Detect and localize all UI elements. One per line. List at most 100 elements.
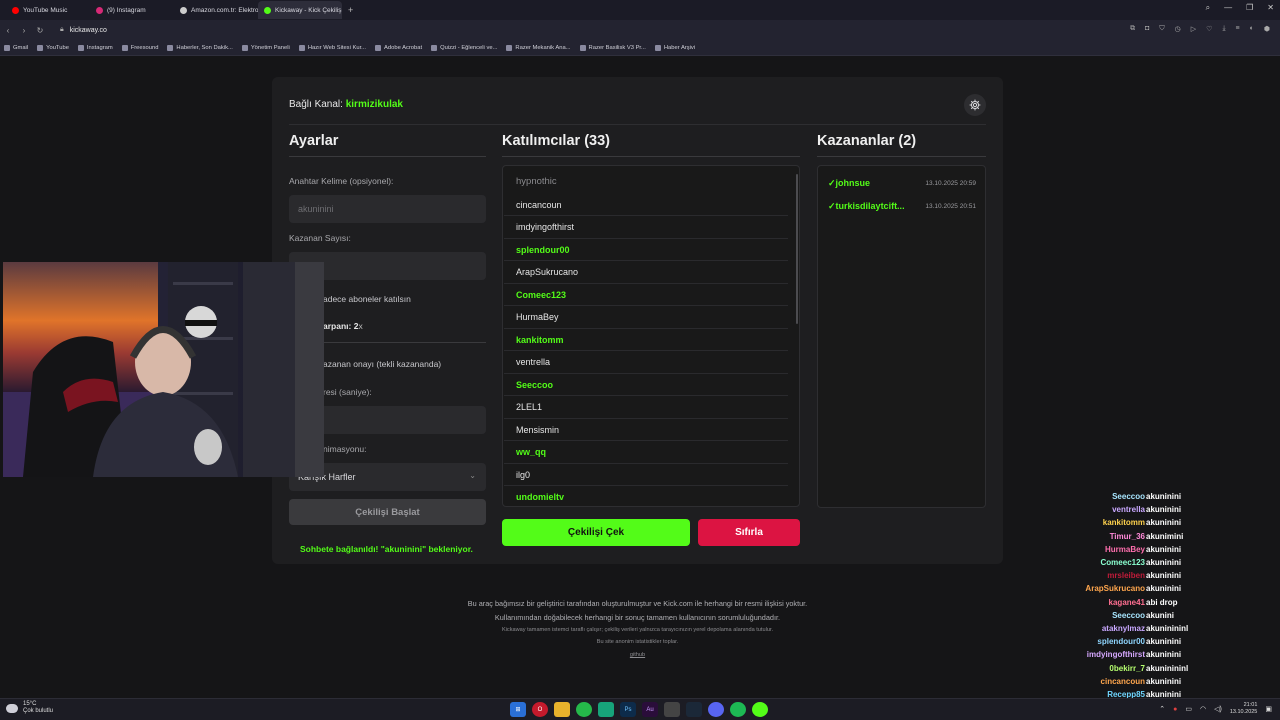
screenshot-icon[interactable]: ⧉: [1130, 25, 1135, 33]
chevron-up-icon[interactable]: ⌃: [1159, 705, 1165, 713]
chat-line: ArapSukrucano: [1060, 584, 1145, 593]
subs-only-label[interactable]: adece aboneler katılsın: [323, 294, 411, 304]
camera-icon[interactable]: ◘: [1145, 25, 1149, 33]
url-field[interactable]: 🔒︎ kickaway.co: [60, 26, 107, 34]
opera-icon[interactable]: O: [532, 702, 548, 717]
start-giveaway-button[interactable]: Çekilişi Başlat: [289, 499, 486, 525]
download-icon[interactable]: ⤓: [1222, 25, 1225, 33]
github-link[interactable]: github: [272, 652, 1003, 658]
bookmark-item[interactable]: Freesound: [121, 44, 158, 51]
audition-icon[interactable]: Au: [642, 702, 658, 717]
maximize-icon[interactable]: ❐: [1246, 3, 1253, 13]
tab-label: Kickaway - Kick Çekiliş Aracı: [275, 6, 342, 14]
participant-row[interactable]: Mensismin: [504, 419, 788, 441]
discord-icon[interactable]: [708, 702, 724, 717]
photoshop-icon[interactable]: Ps: [620, 702, 636, 717]
chat-line: ataknylmaz: [1060, 624, 1145, 633]
participant-row[interactable]: HurmaBey: [504, 307, 788, 329]
chat-line: 0bekirr_7: [1060, 664, 1145, 673]
monitor-icon[interactable]: ▭: [1185, 705, 1192, 713]
back-icon[interactable]: ‹: [0, 26, 16, 35]
winner-row[interactable]: ✓johnsue 13.10.2025 20:59: [828, 176, 976, 190]
clock-icon[interactable]: ◷: [1175, 25, 1181, 33]
volume-icon[interactable]: ◁): [1214, 705, 1222, 713]
clock[interactable]: 21:01 13.10.2025: [1230, 702, 1258, 716]
reset-button[interactable]: Sıfırla: [698, 519, 800, 546]
participant-row[interactable]: ventrella: [504, 352, 788, 374]
keyword-input[interactable]: akuninini: [289, 195, 486, 223]
participant-row[interactable]: cincancoun: [504, 194, 788, 216]
minimize-icon[interactable]: —: [1224, 3, 1232, 13]
browser-tab[interactable]: Kickaway - Kick Çekiliş Aracı: [258, 1, 342, 19]
bookmark-item[interactable]: Yönetim Paneli: [241, 44, 290, 51]
extension-icon[interactable]: ⬢: [1264, 25, 1270, 33]
participant-row[interactable]: ilg0: [504, 464, 788, 486]
spotify-icon[interactable]: [730, 702, 746, 717]
participants-title-underline: [502, 156, 800, 157]
kick-icon[interactable]: [752, 702, 768, 717]
shield-icon[interactable]: ⛉: [1159, 25, 1164, 33]
new-tab-button[interactable]: +: [342, 5, 359, 15]
browser-tab[interactable]: YouTube Music: [6, 1, 90, 19]
settings-title-underline: [289, 156, 486, 157]
participant-row[interactable]: kankitomm: [504, 329, 788, 351]
play-icon[interactable]: ▷: [1191, 25, 1196, 33]
participant-row[interactable]: undomieltv: [504, 487, 788, 507]
chat-message: akuninini: [1146, 571, 1182, 581]
settings-button[interactable]: [964, 94, 986, 116]
chat-username: kagane41: [1108, 597, 1145, 607]
whatsapp-icon[interactable]: [576, 702, 592, 717]
obs-icon[interactable]: [598, 702, 614, 717]
participant-row[interactable]: 2LEL1: [504, 397, 788, 419]
start-icon[interactable]: ⊞: [510, 702, 526, 717]
app-icon[interactable]: [664, 702, 680, 717]
connected-channel: Bağlı Kanal: kirmizikulak: [289, 99, 403, 110]
wifi-icon[interactable]: ◠: [1200, 705, 1206, 713]
steam-icon[interactable]: [686, 702, 702, 717]
bookmark-item[interactable]: Gmail: [4, 44, 28, 51]
mic-icon[interactable]: ●: [1173, 706, 1177, 713]
draw-winner-button[interactable]: Çekilişi Çek: [502, 519, 690, 546]
participant-row[interactable]: ArapSukrucano: [504, 262, 788, 284]
chat-line: splendour00: [1060, 637, 1145, 646]
bookmark-item[interactable]: Razer Basilisk V3 Pr...: [579, 44, 646, 51]
bookmark-item[interactable]: Quizzi - Eğlenceli ve...: [431, 44, 497, 51]
notification-icon[interactable]: ▣: [1265, 705, 1272, 713]
check-icon: ✓: [828, 200, 836, 211]
close-icon[interactable]: ✕: [1267, 3, 1274, 13]
bookmark-item[interactable]: Haber Arşivi: [654, 44, 695, 51]
participant-row[interactable]: Seeccoo: [504, 374, 788, 396]
participants-scrollbar[interactable]: [796, 174, 798, 324]
forward-icon[interactable]: ›: [16, 26, 32, 35]
browser-tab[interactable]: (9) Instagram: [90, 1, 174, 19]
folder-icon[interactable]: [554, 702, 570, 717]
participant-row[interactable]: splendour00: [504, 239, 788, 261]
weather-widget[interactable]: 15°C Çok bulutlu: [6, 701, 53, 715]
participant-row[interactable]: ww_qq: [504, 442, 788, 464]
approval-label[interactable]: azanan onayı (tekli kazananda): [323, 359, 441, 369]
chat-username: 0bekirr_7: [1109, 663, 1145, 673]
chat-username: Seeccoo: [1112, 610, 1145, 620]
heart-icon[interactable]: ♡: [1206, 25, 1212, 33]
winner-count-label: Kazanan Sayısı:: [289, 233, 351, 243]
bookmark-item[interactable]: Haberler, Son Dakik...: [167, 44, 233, 51]
participant-search-input[interactable]: hypnothic: [516, 176, 557, 187]
bookmark-item[interactable]: Instagram: [77, 44, 113, 51]
chat-line: Seeccoo: [1060, 611, 1145, 620]
bookmark-item[interactable]: Adobe Acrobat: [375, 44, 422, 51]
bookmark-item[interactable]: YouTube: [37, 44, 69, 51]
profile-icon[interactable]: ◐: [1250, 25, 1254, 33]
search-tabs-icon[interactable]: ⌕: [1206, 3, 1210, 13]
participant-row[interactable]: imdyingofthirst: [504, 217, 788, 239]
browser-tab[interactable]: Amazon.com.tr: Elektronik: [174, 1, 258, 19]
chat-message: akuninini: [1146, 544, 1182, 554]
bookmark-item[interactable]: Razer Mekanik Ana...: [506, 44, 571, 51]
reload-icon[interactable]: ↻: [32, 26, 48, 35]
participant-row[interactable]: Comeec123: [504, 284, 788, 306]
participants-list[interactable]: hypnothic cincancoun imdyingofthirst splen…: [502, 165, 800, 507]
bookmark-item[interactable]: Hazır Web Sitesi Kur...: [298, 44, 366, 51]
menu-icon[interactable]: ≡: [1236, 25, 1240, 33]
connection-status: Sohbete bağlanıldı! "akuninini" bekleniy…: [300, 544, 473, 554]
chat-username: Seeccoo: [1112, 492, 1145, 501]
winner-row[interactable]: ✓turkisdilaytcift... 13.10.2025 20:51: [828, 199, 976, 213]
